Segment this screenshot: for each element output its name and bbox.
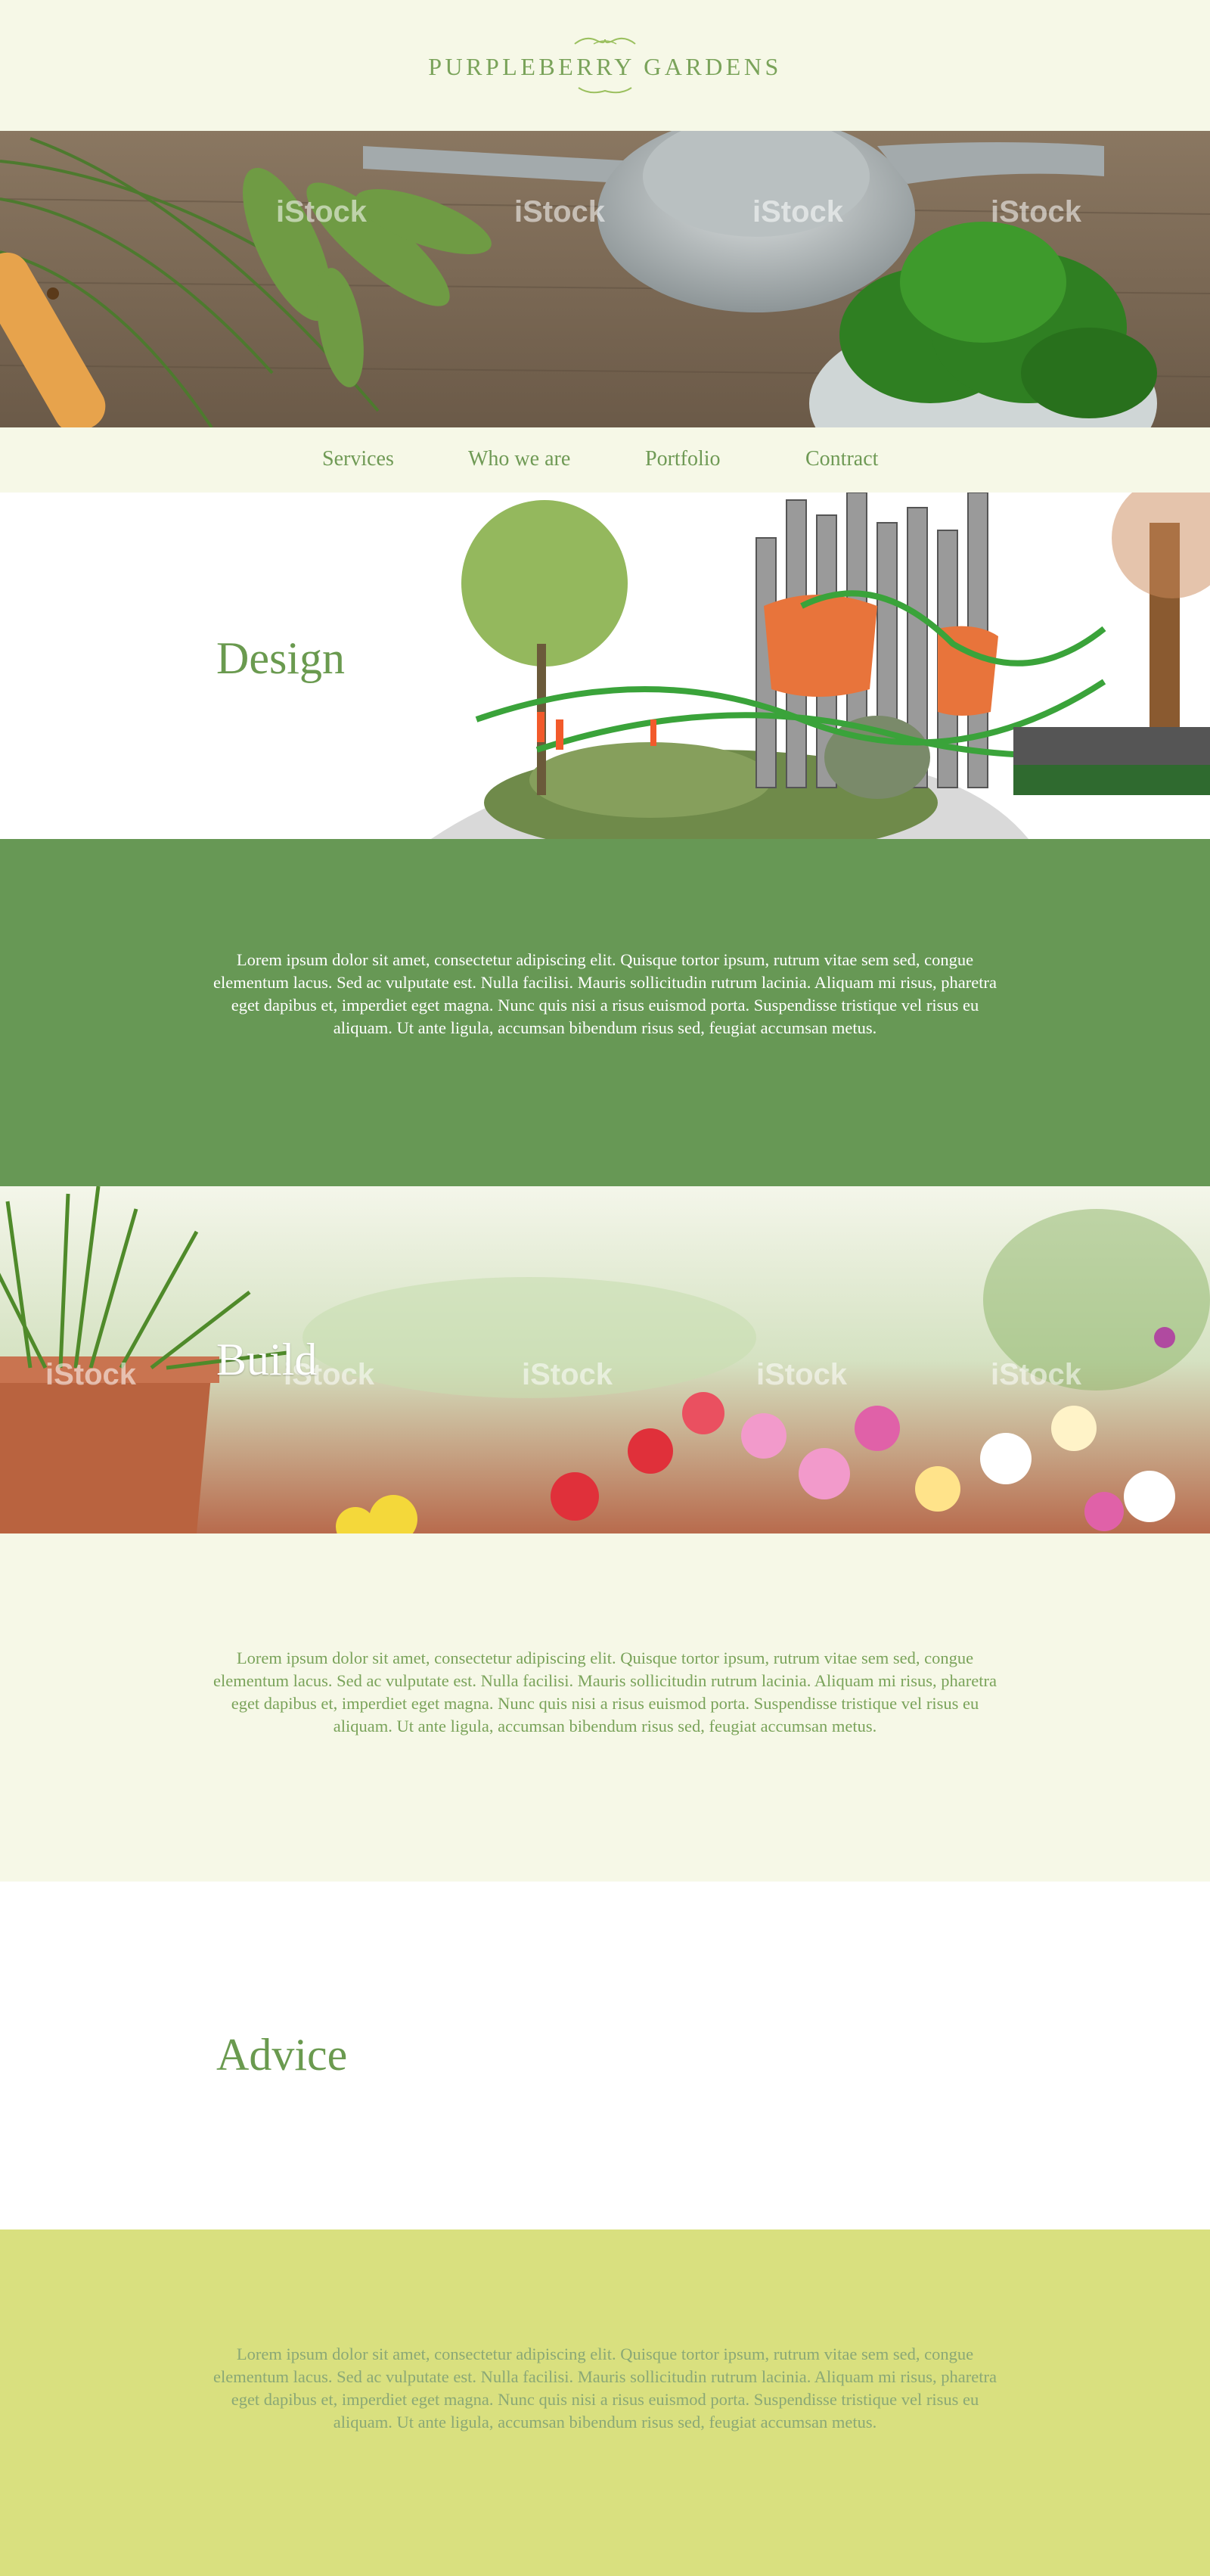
advice-description: Lorem ipsum dolor sit amet, consectetur … (213, 2345, 997, 2432)
svg-text:iStock: iStock (991, 1358, 1082, 1391)
logo-text: PURPLEBERRY GARDENS (428, 53, 782, 80)
logo-ornament-top-icon (574, 37, 636, 45)
build-section: iStock iStock iStock iStock iStock Build (0, 1186, 1210, 1533)
svg-text:iStock: iStock (752, 195, 844, 228)
build-description-band: Lorem ipsum dolor sit amet, consectetur … (0, 1533, 1210, 1884)
logo-ornament-bottom-icon (578, 87, 632, 94)
nav-item-services[interactable]: Services (322, 446, 394, 472)
svg-text:iStock: iStock (756, 1358, 848, 1391)
svg-text:iStock: iStock (514, 195, 606, 228)
design-section: Design (0, 493, 1210, 839)
nav-item-contract[interactable]: Contract (805, 446, 878, 472)
logo[interactable]: PURPLEBERRY GARDENS (0, 30, 1210, 98)
herbs-illustration: iStock iStock iStock iStock (0, 131, 1210, 427)
svg-text:iStock: iStock (276, 195, 368, 228)
hero-image: iStock iStock iStock iStock (0, 131, 1210, 427)
build-description: Lorem ipsum dolor sit amet, consectetur … (213, 1648, 997, 1735)
garden-design-sketch (431, 493, 1210, 839)
svg-text:iStock: iStock (522, 1358, 613, 1391)
design-title: Design (216, 633, 345, 683)
svg-text:iStock: iStock (45, 1358, 137, 1391)
advice-description-band: Lorem ipsum dolor sit amet, consectetur … (0, 2230, 1210, 2576)
site-header: PURPLEBERRY GARDENS (0, 0, 1210, 131)
design-description-band: Lorem ipsum dolor sit amet, consectetur … (0, 839, 1210, 1186)
advice-section: Advice (0, 1882, 1210, 2230)
nav-item-who-we-are[interactable]: Who we are (468, 446, 570, 472)
main-nav: Services Who we are Portfolio Contract (0, 427, 1210, 494)
design-description: Lorem ipsum dolor sit amet, consectetur … (213, 950, 997, 1037)
svg-text:iStock: iStock (991, 195, 1082, 228)
build-title: Build (216, 1335, 318, 1384)
flower-pots-illustration: iStock iStock iStock iStock iStock (0, 1186, 1210, 1533)
advice-title: Advice (216, 2030, 348, 2080)
nav-item-portfolio[interactable]: Portfolio (645, 446, 721, 472)
